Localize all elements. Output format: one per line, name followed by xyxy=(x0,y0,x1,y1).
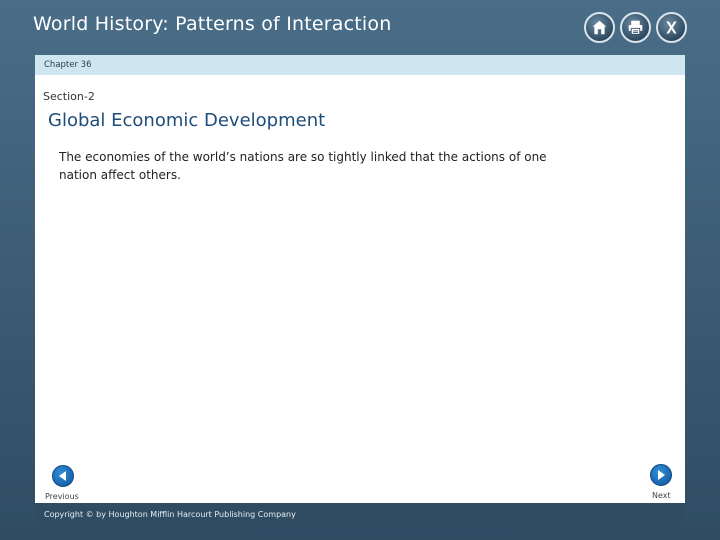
top-toolbar xyxy=(584,12,687,43)
home-icon xyxy=(592,20,607,35)
chapter-bar: Chapter 36 xyxy=(35,55,685,75)
print-icon xyxy=(628,20,643,35)
body-text: The economies of the world’s nations are… xyxy=(59,150,547,182)
close-icon xyxy=(666,21,677,34)
arrow-right-icon xyxy=(658,470,665,480)
chapter-label: Chapter 36 xyxy=(44,60,92,70)
page-title: Global Economic Development xyxy=(48,110,326,131)
close-button[interactable] xyxy=(656,12,687,43)
section-label: Section-2 xyxy=(43,90,95,103)
previous-button[interactable] xyxy=(52,465,74,487)
copyright-text: Copyright © by Houghton Mifflin Harcourt… xyxy=(44,510,296,519)
footer-bar: Copyright © by Houghton Mifflin Harcourt… xyxy=(35,503,685,527)
content-panel: Section-2 Global Economic Development Th… xyxy=(35,75,685,503)
app-title: World History: Patterns of Interaction xyxy=(33,13,392,35)
next-label[interactable]: Next xyxy=(652,491,671,500)
previous-label[interactable]: Previous xyxy=(45,492,79,501)
app-frame: World History: Patterns of Interaction C… xyxy=(0,0,720,540)
arrow-left-icon xyxy=(59,471,66,481)
next-button[interactable] xyxy=(650,464,672,486)
home-button[interactable] xyxy=(584,12,615,43)
print-button[interactable] xyxy=(620,12,651,43)
